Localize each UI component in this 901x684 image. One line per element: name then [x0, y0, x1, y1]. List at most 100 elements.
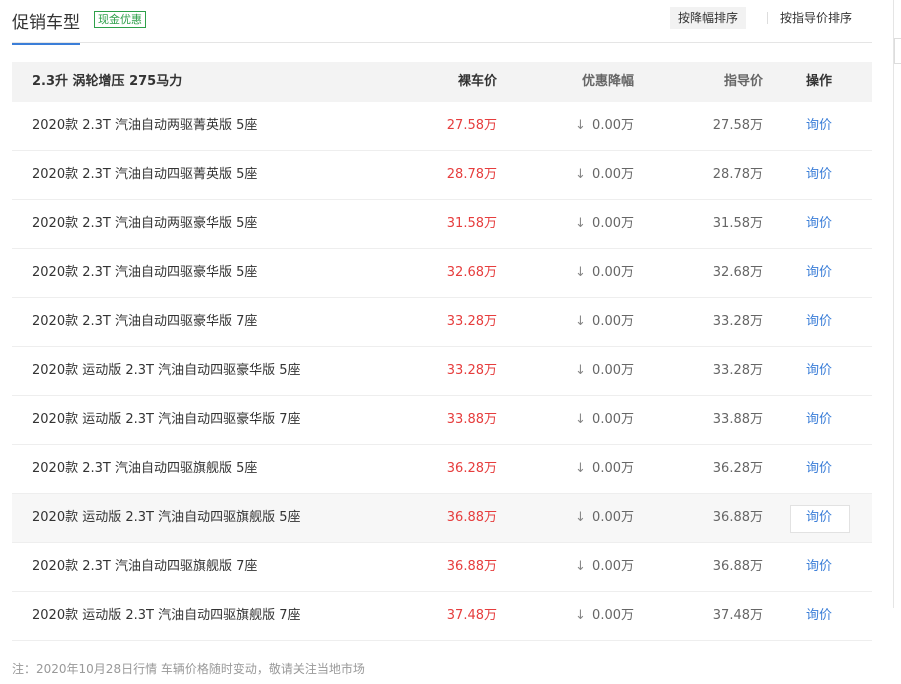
inquiry-link[interactable]: 询价 — [806, 494, 832, 542]
table-row: 2020款 2.3T 汽油自动四驱豪华版 7座 33.28万 ↓ 0.00万 33.2… — [12, 298, 872, 347]
arrow-down-icon: ↓ — [575, 216, 586, 231]
table-body: 2020款 2.3T 汽油自动两驱菁英版 5座 27.58万 ↓ 0.00万 27.5… — [12, 102, 872, 641]
arrow-down-icon: ↓ — [575, 363, 586, 378]
price-note: 注：2020年10月28日行情 车辆价格随时变动，敬请关注当地市场 — [12, 662, 365, 676]
inquiry-link[interactable]: 询价 — [806, 445, 832, 493]
promo-header: 促销车型 现金优惠 按降幅排序 按指导价排序 — [12, 0, 872, 45]
inquiry-link[interactable]: 询价 — [806, 396, 832, 444]
discount-amount: ↓ 0.00万 — [575, 396, 634, 444]
side-panel-border — [893, 0, 894, 608]
model-name: 2020款 2.3T 汽油自动四驱豪华版 5座 — [32, 265, 258, 280]
bare-car-price: 28.78万 — [446, 167, 497, 182]
discount-amount: ↓ 0.00万 — [575, 592, 634, 640]
guide-price: 36.88万 — [712, 559, 763, 574]
guide-price: 27.58万 — [712, 118, 763, 133]
arrow-down-icon: ↓ — [575, 510, 586, 525]
guide-price: 37.48万 — [712, 608, 763, 623]
guide-price: 33.28万 — [712, 314, 763, 329]
col-header-discount: 优惠降幅 — [581, 74, 634, 89]
inquiry-link[interactable]: 询价 — [806, 592, 832, 640]
discount-value: 0.00万 — [592, 412, 634, 427]
bare-car-price: 31.58万 — [446, 216, 497, 231]
arrow-down-icon: ↓ — [575, 167, 586, 182]
cash-discount-badge: 现金优惠 — [94, 11, 146, 28]
discount-amount: ↓ 0.00万 — [575, 102, 634, 150]
discount-value: 0.00万 — [592, 363, 634, 378]
engine-group-label: 2.3升 涡轮增压 275马力 — [32, 74, 183, 89]
inquiry-link[interactable]: 询价 — [806, 102, 832, 150]
inquiry-link[interactable]: 询价 — [806, 347, 832, 395]
arrow-down-icon: ↓ — [575, 412, 586, 427]
model-name: 2020款 运动版 2.3T 汽油自动四驱旗舰版 5座 — [32, 510, 301, 525]
arrow-down-icon: ↓ — [575, 559, 586, 574]
guide-price: 36.88万 — [712, 510, 763, 525]
arrow-down-icon: ↓ — [575, 461, 586, 476]
model-name: 2020款 2.3T 汽油自动四驱菁英版 5座 — [32, 167, 258, 182]
arrow-down-icon: ↓ — [575, 608, 586, 623]
arrow-down-icon: ↓ — [575, 265, 586, 280]
bare-car-price: 37.48万 — [446, 608, 497, 623]
discount-value: 0.00万 — [592, 510, 634, 525]
model-name: 2020款 2.3T 汽油自动四驱豪华版 7座 — [32, 314, 258, 329]
bare-car-price: 36.88万 — [446, 510, 497, 525]
inquiry-link[interactable]: 询价 — [806, 200, 832, 248]
discount-amount: ↓ 0.00万 — [575, 249, 634, 297]
table-row: 2020款 运动版 2.3T 汽油自动四驱豪华版 7座 33.88万 ↓ 0.00万… — [12, 396, 872, 445]
inquiry-link[interactable]: 询价 — [806, 543, 832, 591]
guide-price: 33.88万 — [712, 412, 763, 427]
discount-amount: ↓ 0.00万 — [575, 543, 634, 591]
discount-amount: ↓ 0.00万 — [575, 200, 634, 248]
guide-price: 31.58万 — [712, 216, 763, 231]
table-row: 2020款 2.3T 汽油自动两驱菁英版 5座 27.58万 ↓ 0.00万 27.5… — [12, 102, 872, 151]
table-row: 2020款 2.3T 汽油自动两驱豪华版 5座 31.58万 ↓ 0.00万 31.5… — [12, 200, 872, 249]
discount-amount: ↓ 0.00万 — [575, 151, 634, 199]
model-name: 2020款 2.3T 汽油自动两驱豪华版 5座 — [32, 216, 258, 231]
discount-value: 0.00万 — [592, 216, 634, 231]
discount-value: 0.00万 — [592, 167, 634, 182]
discount-amount: ↓ 0.00万 — [575, 445, 634, 493]
model-name: 2020款 2.3T 汽油自动四驱旗舰版 7座 — [32, 559, 258, 574]
discount-value: 0.00万 — [592, 314, 634, 329]
discount-amount: ↓ 0.00万 — [575, 494, 634, 542]
discount-amount: ↓ 0.00万 — [575, 298, 634, 346]
bare-car-price: 33.28万 — [446, 363, 497, 378]
discount-amount: ↓ 0.00万 — [575, 347, 634, 395]
model-name: 2020款 运动版 2.3T 汽油自动四驱豪华版 5座 — [32, 363, 301, 378]
guide-price: 33.28万 — [712, 363, 763, 378]
table-row: 2020款 2.3T 汽油自动四驱豪华版 5座 32.68万 ↓ 0.00万 32.6… — [12, 249, 872, 298]
table-header: 2.3升 涡轮增压 275马力 裸车价 优惠降幅 指导价 操作 — [12, 62, 872, 102]
promo-table: 2.3升 涡轮增压 275马力 裸车价 优惠降幅 指导价 操作 2020款 2.… — [12, 62, 872, 641]
bare-car-price: 27.58万 — [446, 118, 497, 133]
sort-by-guide-price-button[interactable]: 按指导价排序 — [780, 7, 852, 29]
bare-car-price: 33.28万 — [446, 314, 497, 329]
table-row: 2020款 2.3T 汽油自动四驱菁英版 5座 28.78万 ↓ 0.00万 28.7… — [12, 151, 872, 200]
table-row: 2020款 运动版 2.3T 汽油自动四驱旗舰版 5座 36.88万 ↓ 0.00万… — [12, 494, 872, 543]
col-header-op: 操作 — [806, 74, 833, 89]
sort-by-discount-button[interactable]: 按降幅排序 — [670, 7, 747, 29]
col-header-price: 裸车价 — [457, 74, 497, 89]
bare-car-price: 32.68万 — [446, 265, 497, 280]
bare-car-price: 36.28万 — [446, 461, 497, 476]
discount-value: 0.00万 — [592, 559, 634, 574]
section-title: 促销车型 — [12, 8, 80, 45]
bare-car-price: 33.88万 — [446, 412, 497, 427]
table-row: 2020款 运动版 2.3T 汽油自动四驱豪华版 5座 33.28万 ↓ 0.00万… — [12, 347, 872, 396]
inquiry-link[interactable]: 询价 — [806, 298, 832, 346]
model-name: 2020款 2.3T 汽油自动四驱旗舰版 5座 — [32, 461, 258, 476]
discount-value: 0.00万 — [592, 118, 634, 133]
inquiry-link[interactable]: 询价 — [806, 151, 832, 199]
table-row: 2020款 2.3T 汽油自动四驱旗舰版 5座 36.28万 ↓ 0.00万 36.2… — [12, 445, 872, 494]
discount-value: 0.00万 — [592, 608, 634, 623]
arrow-down-icon: ↓ — [575, 314, 586, 329]
guide-price: 32.68万 — [712, 265, 763, 280]
table-row: 2020款 2.3T 汽油自动四驱旗舰版 7座 36.88万 ↓ 0.00万 36.8… — [12, 543, 872, 592]
sort-divider — [767, 12, 768, 24]
guide-price: 28.78万 — [712, 167, 763, 182]
discount-value: 0.00万 — [592, 461, 634, 476]
table-row: 2020款 运动版 2.3T 汽油自动四驱旗舰版 7座 37.48万 ↓ 0.00万… — [12, 592, 872, 641]
inquiry-link[interactable]: 询价 — [806, 249, 832, 297]
side-panel-tab — [894, 38, 901, 64]
model-name: 2020款 运动版 2.3T 汽油自动四驱豪华版 7座 — [32, 412, 301, 427]
bare-car-price: 36.88万 — [446, 559, 497, 574]
model-name: 2020款 运动版 2.3T 汽油自动四驱旗舰版 7座 — [32, 608, 301, 623]
